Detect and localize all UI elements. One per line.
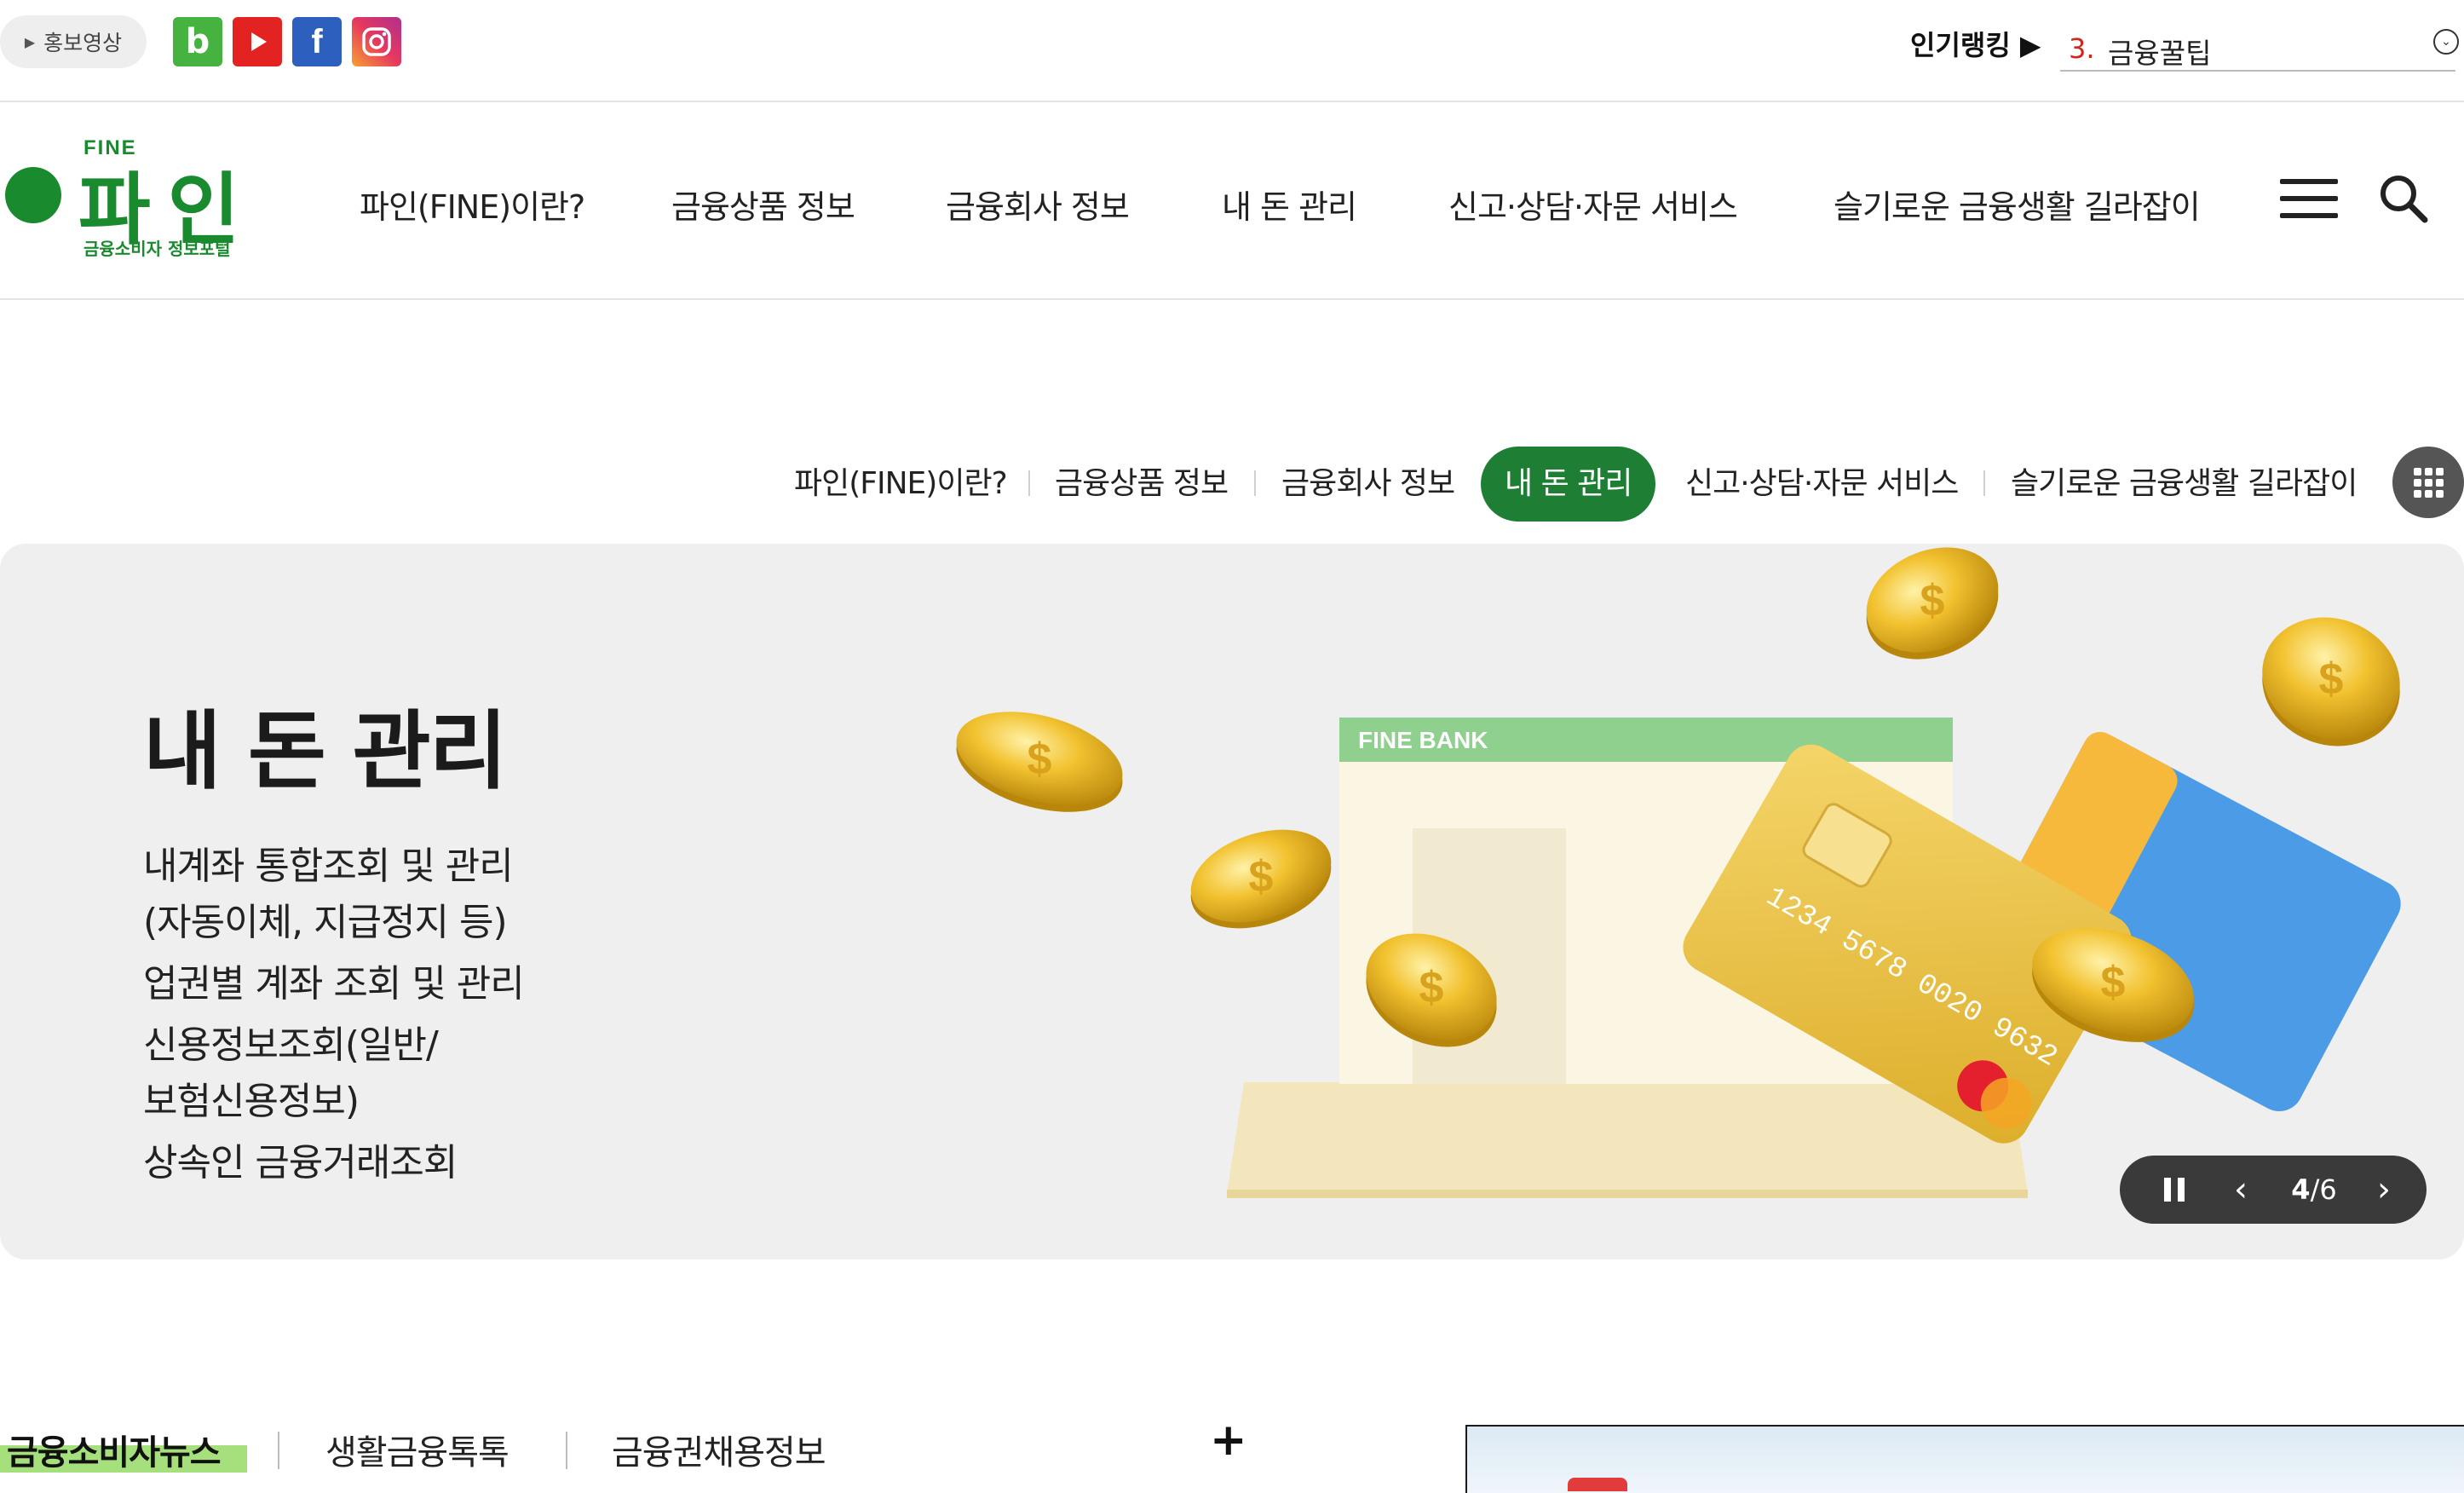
gnb-item-my-money[interactable]: 내 돈 관리: [1222, 181, 1357, 228]
popular-ranking-label: 인기랭킹 ▶: [1910, 29, 2041, 61]
pause-icon[interactable]: [2161, 1176, 2188, 1203]
coin-icon: $: [1866, 547, 1999, 660]
gnb-item-products[interactable]: 금융상품 정보: [671, 181, 855, 228]
logo-emblem: [5, 167, 61, 223]
tab-divider: [278, 1432, 279, 1469]
coin-icon: $: [2262, 617, 2400, 746]
ranking-underline: [2060, 70, 2455, 72]
slide-counter: 4/6: [2271, 1173, 2357, 1207]
gnb-item-about[interactable]: 파인(FINE)이란?: [360, 181, 585, 228]
tab-divider: [566, 1432, 567, 1469]
tab-consumer-news[interactable]: 금융소비자뉴스: [7, 1425, 222, 1474]
hamburger-menu-icon[interactable]: [2280, 177, 2338, 220]
coin-symbol: $: [1028, 735, 1052, 784]
subnav-item-products[interactable]: 금융상품 정보: [1031, 447, 1252, 522]
coin-symbol: $: [1920, 576, 1945, 625]
popular-ranking-item[interactable]: 금융꿀팁: [2108, 31, 2211, 72]
hero-desc-line: 보험신용정보): [143, 1080, 360, 1123]
logo-subtitle: 금융소비자 정보포털: [83, 239, 231, 259]
promo-video-label: 홍보영상: [43, 31, 123, 55]
hero-illustration: FINE BANK 1234 5678 0020 9632 $ $ $ $ $ …: [956, 547, 2401, 1198]
slide-total: 6: [2319, 1173, 2337, 1206]
gnb-item-companies[interactable]: 금융회사 정보: [946, 181, 1130, 228]
slider-controls: ‹ 4/6 ›: [2120, 1156, 2427, 1224]
subnav-item-companies[interactable]: 금융회사 정보: [1258, 447, 1478, 522]
news-more-button[interactable]: +: [1210, 1415, 1247, 1466]
tab-finance-jobs[interactable]: 금융권채용정보: [612, 1425, 826, 1474]
instagram-camera-glyph: [362, 27, 391, 56]
chevron-left-icon[interactable]: ‹: [2224, 1173, 2258, 1207]
popular-ranking-number: 3.: [2069, 32, 2095, 65]
promo-video-button[interactable]: ▶ 홍보영상: [0, 15, 147, 68]
subnav-item-report-service[interactable]: 신고·상담·자문 서비스: [1661, 447, 1982, 522]
youtube-play-glyph: [251, 32, 267, 51]
hero-desc-line: 업권별 계좌 조회 및 관리: [143, 962, 525, 1006]
gnb-item-report-service[interactable]: 신고·상담·자문 서비스: [1448, 181, 1738, 228]
hero-title: 내 돈 관리: [143, 701, 508, 801]
coin-icon: $: [956, 712, 1123, 812]
coin-icon: $: [1190, 829, 1332, 929]
blog-glyph: b: [185, 22, 210, 61]
side-banner-graphic: [1568, 1478, 1627, 1491]
search-icon[interactable]: [2377, 172, 2430, 225]
subnav-item-my-money[interactable]: 내 돈 관리: [1481, 447, 1656, 522]
coin-symbol: $: [2319, 654, 2344, 704]
tab-life-finance[interactable]: 생활금융톡톡: [325, 1425, 509, 1474]
facebook-glyph: f: [311, 22, 323, 61]
subnav-item-guide[interactable]: 슬기로운 금융생활 길라잡이: [1987, 447, 2381, 522]
gnb-item-guide[interactable]: 슬기로운 금융생활 길라잡이: [1834, 181, 2201, 228]
play-small-icon: ▶: [24, 33, 36, 50]
youtube-icon[interactable]: [233, 17, 282, 66]
hero-desc-line: 신용정보조회(일반/: [143, 1023, 439, 1067]
slide-current: 4: [2291, 1173, 2311, 1206]
coin-symbol: $: [1419, 963, 1444, 1012]
coin-symbol: $: [2101, 958, 2126, 1007]
instagram-icon[interactable]: [352, 17, 401, 66]
slide-separator: /: [2310, 1173, 2320, 1206]
coin-symbol: $: [1249, 852, 1274, 902]
hero-desc-line: (자동이체, 지급정지 등): [143, 901, 508, 944]
hero-desc-line: 내계좌 통합조회 및 관리: [143, 844, 514, 888]
subnav-divider: [1028, 470, 1030, 496]
blog-icon[interactable]: b: [173, 17, 222, 66]
subnav-item-about[interactable]: 파인(FINE)이란?: [770, 447, 1031, 522]
chevron-down-icon[interactable]: ⌄: [2433, 29, 2459, 55]
site-logo[interactable]: FINE 파인 금융소비자 정보포털: [5, 136, 244, 264]
grid-menu-icon[interactable]: [2392, 447, 2464, 518]
facebook-icon[interactable]: f: [292, 17, 342, 66]
chevron-right-icon[interactable]: ›: [2367, 1173, 2401, 1207]
laptop-base-shape: [1227, 1082, 2028, 1193]
hero-desc-line: 상속인 금융거래조회: [143, 1141, 458, 1185]
subnav-divider: [1983, 470, 1985, 496]
bank-label: FINE BANK: [1358, 727, 1488, 753]
subnav-divider: [1254, 470, 1256, 496]
